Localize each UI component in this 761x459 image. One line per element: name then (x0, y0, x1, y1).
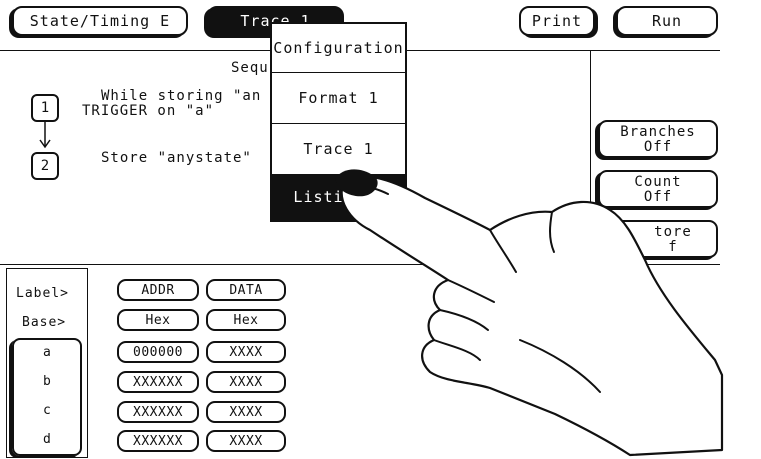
step-1-line-1: While storing "an (101, 88, 262, 104)
base-header: Base> (22, 315, 67, 330)
addr-c-field[interactable]: XXXXXX (117, 401, 199, 423)
step-2-number: 2 (40, 158, 50, 174)
term-c-label[interactable]: c (43, 403, 52, 418)
print-label: Print (531, 12, 583, 30)
menu-configuration-label: Configuration (273, 39, 404, 57)
menu-format-label: Format 1 (298, 89, 379, 107)
pointing-hand-icon (335, 169, 724, 457)
term-a-label[interactable]: a (43, 345, 52, 360)
sequence-step-2[interactable]: 2 (31, 152, 59, 180)
step-2-line: Store "anystate" (101, 150, 252, 166)
data-label-text: DATA (229, 282, 263, 298)
branches-value: Off (643, 139, 673, 155)
term-d-label[interactable]: d (43, 432, 52, 447)
data-a-text: XXXX (229, 344, 263, 360)
run-label: Run (651, 12, 683, 30)
sequence-step-1[interactable]: 1 (31, 94, 59, 122)
print-button[interactable]: Print (519, 6, 595, 36)
data-a-field[interactable]: XXXX (206, 341, 286, 363)
addr-c-text: XXXXXX (133, 404, 183, 420)
step-1-number: 1 (40, 100, 50, 116)
state-timing-tab[interactable]: State/Timing E (12, 6, 188, 36)
data-c-text: XXXX (229, 404, 263, 420)
data-base-text: Hex (233, 312, 259, 328)
data-b-text: XXXX (229, 374, 263, 390)
step-1-line-2: TRIGGER on "a" (82, 103, 215, 119)
data-base-field[interactable]: Hex (206, 309, 286, 331)
sequence-title: Sequ (231, 60, 269, 76)
menu-item-format[interactable]: Format 1 (272, 73, 405, 123)
addr-b-field[interactable]: XXXXXX (117, 371, 199, 393)
addr-b-text: XXXXXX (133, 374, 183, 390)
branches-label: Branches (620, 124, 696, 140)
addr-base-field[interactable]: Hex (117, 309, 199, 331)
addr-label-field[interactable]: ADDR (117, 279, 199, 301)
label-header: Label> (16, 286, 69, 301)
branches-button[interactable]: Branches Off (598, 120, 718, 158)
addr-a-field[interactable]: 000000 (117, 341, 199, 363)
data-d-field[interactable]: XXXX (206, 430, 286, 452)
addr-base-text: Hex (145, 312, 171, 328)
addr-d-text: XXXXXX (133, 433, 183, 449)
state-timing-label: State/Timing E (29, 12, 171, 30)
data-label-field[interactable]: DATA (206, 279, 286, 301)
addr-label-text: ADDR (141, 282, 175, 298)
run-button[interactable]: Run (616, 6, 718, 36)
addr-d-field[interactable]: XXXXXX (117, 430, 199, 452)
sequence-arrow-icon (39, 122, 51, 149)
data-c-field[interactable]: XXXX (206, 401, 286, 423)
menu-item-configuration[interactable]: Configuration (272, 24, 405, 72)
term-b-label[interactable]: b (43, 374, 52, 389)
data-b-field[interactable]: XXXX (206, 371, 286, 393)
menu-trace-label: Trace 1 (303, 140, 374, 158)
addr-a-text: 000000 (133, 344, 183, 360)
data-d-text: XXXX (229, 433, 263, 449)
